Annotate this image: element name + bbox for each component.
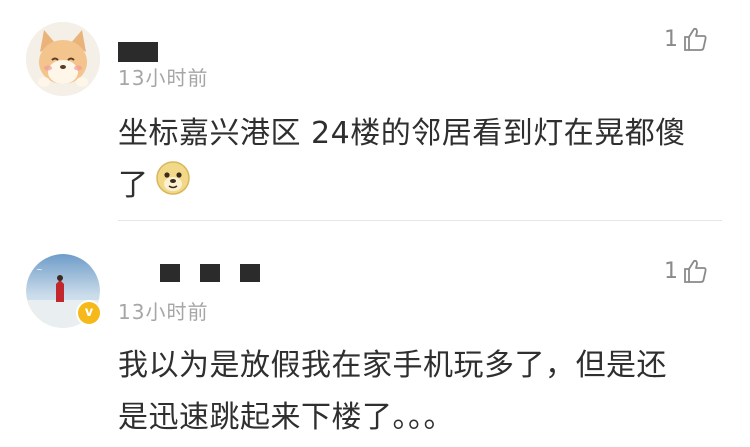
username-redacted[interactable] — [240, 264, 260, 282]
like-button[interactable]: 1 — [664, 258, 708, 284]
shiba-avatar-icon — [26, 22, 100, 96]
comment-text-line: 我以为是放假我在家手机玩多了，但是还 — [118, 348, 667, 383]
username-redacted[interactable] — [118, 42, 158, 62]
thumbs-up-icon — [684, 259, 707, 283]
verified-badge: v — [76, 300, 102, 326]
comment-item: 13小时前 1 坐标嘉兴港区 24楼的邻居看到灯在晃都傻 了 — [0, 0, 750, 220]
comment-text-tail: 了 — [118, 168, 149, 203]
comment-divider — [118, 220, 722, 221]
like-count: 1 — [664, 258, 678, 284]
thumbs-up-icon — [684, 27, 707, 51]
timestamp: 13小时前 — [118, 300, 209, 324]
comment-item: ~ v 13小时前 1 我以为是放假我在家手机玩多了，但是还 是迅速跳起来下楼了… — [0, 222, 750, 447]
comment-text: 我以为是放假我在家手机玩多了，但是还 是迅速跳起来下楼了。。。 — [118, 340, 728, 444]
username-redacted[interactable] — [200, 264, 220, 282]
doge-emoji-icon — [155, 160, 191, 213]
username-redacted[interactable] — [160, 264, 180, 282]
comment-text-line: 了 — [118, 160, 728, 213]
like-button[interactable]: 1 — [664, 26, 708, 52]
timestamp: 13小时前 — [118, 66, 209, 90]
like-count: 1 — [664, 26, 678, 52]
comment-text: 坐标嘉兴港区 24楼的邻居看到灯在晃都傻 了 — [118, 108, 728, 213]
comment-text-line: 坐标嘉兴港区 24楼的邻居看到灯在晃都傻 — [118, 116, 686, 151]
comment-text-line: 是迅速跳起来下楼了。。。 — [118, 400, 454, 435]
avatar[interactable] — [26, 22, 100, 96]
svg-text:~: ~ — [36, 265, 43, 274]
